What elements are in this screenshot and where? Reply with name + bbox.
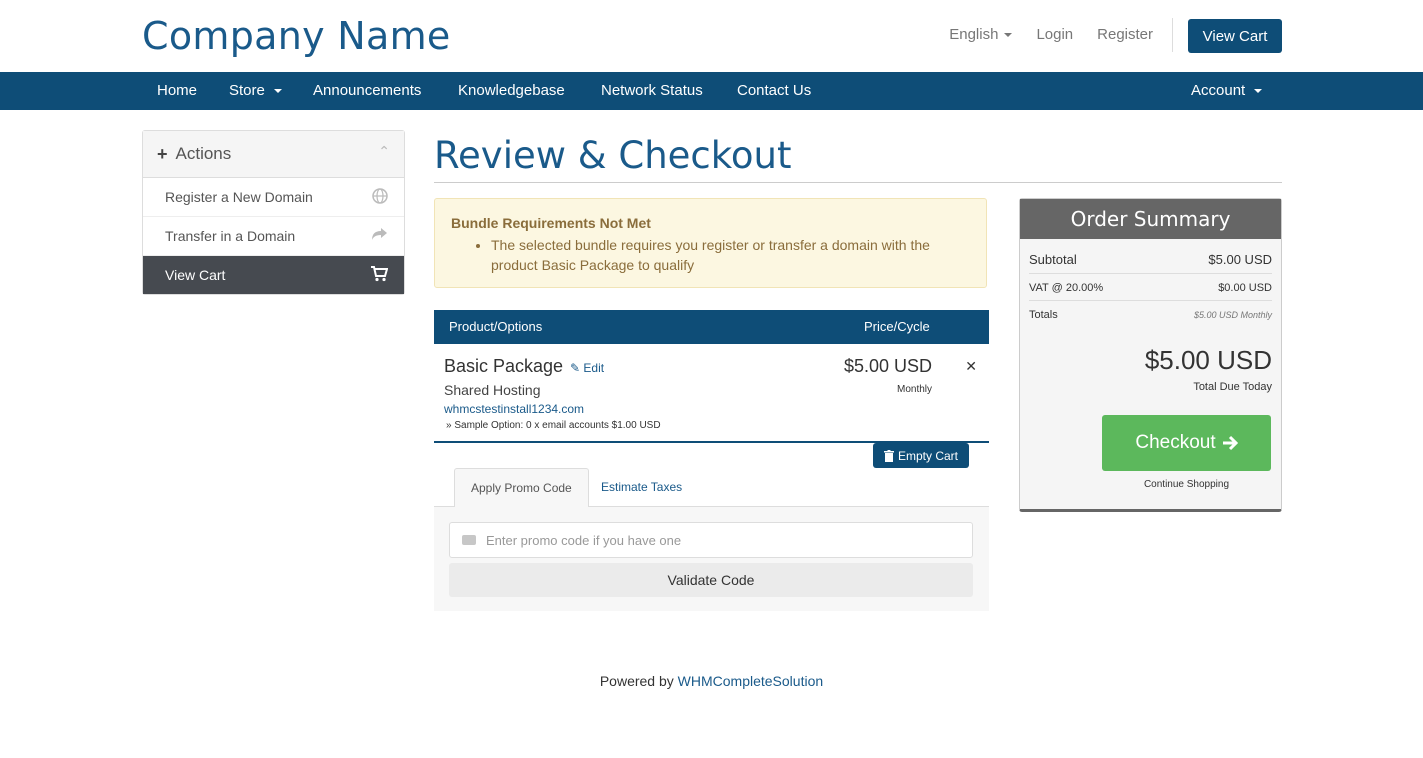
nav-network-status[interactable]: Network Status — [601, 72, 703, 110]
total-due-amount: $5.00 USD — [1144, 345, 1272, 375]
empty-cart-label: Empty Cart — [897, 448, 958, 463]
product-group: Shared Hosting — [444, 382, 541, 398]
login-link[interactable]: Login — [1036, 26, 1073, 43]
sidebar-item-label: Register a New Domain — [165, 189, 313, 205]
plus-icon: + — [157, 143, 168, 164]
vat-label: VAT @ 20.00% — [1029, 282, 1104, 294]
promo-panel: Enter promo code if you have one Validat… — [434, 507, 989, 611]
sidebar-item-transfer-domain[interactable]: Transfer in a Domain — [143, 217, 404, 256]
totals-value: $5.00 USD Monthly — [1193, 310, 1272, 320]
company-logo[interactable]: Company Name — [142, 14, 451, 58]
cart-table: Product/Options Price/Cycle Basic Packag… — [434, 310, 989, 443]
nav-account-label: Account — [1191, 82, 1246, 99]
sidebar-item-label: View Cart — [165, 267, 226, 283]
language-label: English — [949, 26, 999, 43]
cart-item-row: Basic Package ✎ Edit Shared Hosting whmc… — [434, 344, 989, 443]
main-nav: Home Store Announcements Knowledgebase N… — [0, 72, 1423, 110]
divider — [1029, 300, 1272, 301]
validate-code-button[interactable]: Validate Code — [449, 563, 973, 597]
tab-apply-promo[interactable]: Apply Promo Code — [454, 468, 589, 508]
top-links: English Login Register — [949, 26, 1153, 43]
order-summary-title: Order Summary — [1020, 199, 1281, 239]
vat-value: $0.00 USD — [1218, 282, 1272, 294]
sidebar-actions: + Actions ⌃ Register a New Domain Transf… — [142, 130, 405, 295]
vat-row: VAT @ 20.00% $0.00 USD — [1029, 282, 1272, 294]
remove-item-icon[interactable]: ✕ — [965, 358, 977, 375]
footer: Powered by WHMCompleteSolution — [434, 673, 989, 689]
promo-tabs: Apply Promo Code Estimate Taxes — [434, 468, 989, 508]
language-dropdown[interactable]: English — [949, 26, 1013, 43]
alert-message: The selected bundle requires you registe… — [491, 235, 970, 275]
continue-shopping-link[interactable]: Continue Shopping — [1102, 479, 1271, 490]
cart-table-header: Product/Options Price/Cycle — [434, 310, 989, 344]
share-icon — [371, 227, 388, 245]
tab-estimate-taxes[interactable]: Estimate Taxes — [585, 468, 698, 506]
view-cart-button[interactable]: View Cart — [1188, 19, 1282, 53]
sidebar-item-register-domain[interactable]: Register a New Domain — [143, 178, 404, 217]
empty-cart-button[interactable]: Empty Cart — [873, 443, 969, 468]
order-summary: Order Summary Subtotal $5.00 USD VAT @ 2… — [1019, 198, 1282, 512]
arrow-right-icon — [1222, 435, 1238, 451]
caret-down-icon — [273, 89, 282, 94]
footer-prefix: Powered by — [599, 673, 674, 689]
pencil-icon: ✎ — [570, 361, 581, 375]
edit-link[interactable]: ✎ Edit — [570, 361, 604, 375]
product-name: Basic Package — [444, 356, 564, 376]
checkout-label: Checkout — [1135, 432, 1216, 453]
alert-title: Bundle Requirements Not Met — [451, 215, 651, 231]
nav-account[interactable]: Account — [1191, 72, 1263, 110]
sidebar-header[interactable]: + Actions ⌃ — [143, 131, 404, 178]
nav-store[interactable]: Store — [229, 72, 282, 110]
edit-label: Edit — [583, 361, 605, 375]
nav-knowledgebase[interactable]: Knowledgebase — [458, 72, 565, 110]
alert-list: The selected bundle requires you registe… — [451, 235, 970, 275]
caret-down-icon — [1004, 33, 1013, 38]
product-domain: whmcstestinstall1234.com — [444, 402, 585, 416]
checkout-button[interactable]: Checkout — [1102, 415, 1271, 471]
divider — [1029, 273, 1272, 274]
product-price: $5.00 USD — [843, 356, 932, 376]
totals-label: Totals — [1029, 309, 1058, 321]
divider — [434, 182, 1282, 183]
nav-home[interactable]: Home — [157, 72, 197, 110]
promo-code-input[interactable]: Enter promo code if you have one — [449, 522, 973, 558]
sidebar-item-view-cart[interactable]: View Cart — [143, 256, 404, 294]
nav-announcements[interactable]: Announcements — [313, 72, 421, 110]
cart-icon — [370, 266, 389, 286]
promo-placeholder: Enter promo code if you have one — [486, 532, 682, 548]
caret-down-icon — [1254, 89, 1263, 94]
sidebar-item-label: Transfer in a Domain — [165, 228, 296, 244]
total-due-label: Total Due Today — [1193, 381, 1272, 393]
footer-link[interactable]: WHMCompleteSolution — [678, 673, 824, 689]
product-option: » Sample Option: 0 x email accounts $1.0… — [446, 420, 661, 431]
globe-icon — [372, 188, 388, 208]
product-cycle: Monthly — [896, 384, 932, 395]
totals-row: Totals $5.00 USD Monthly — [1029, 309, 1272, 321]
subtotal-label: Subtotal — [1029, 252, 1077, 267]
ticket-icon — [462, 535, 476, 545]
col-product: Product/Options — [449, 319, 543, 334]
bundle-warning-alert: Bundle Requirements Not Met The selected… — [434, 198, 987, 288]
subtotal-value: $5.00 USD — [1208, 252, 1272, 267]
col-price: Price/Cycle — [864, 319, 930, 334]
nav-contact[interactable]: Contact Us — [737, 72, 811, 110]
chevron-up-icon[interactable]: ⌃ — [378, 143, 390, 160]
nav-store-label: Store — [229, 82, 265, 99]
page-title: Review & Checkout — [434, 134, 792, 177]
register-link[interactable]: Register — [1097, 26, 1153, 43]
trash-icon — [883, 449, 894, 462]
top-header: Company Name English Login Register View… — [0, 0, 1423, 72]
sidebar-title: Actions — [175, 144, 232, 163]
divider — [1172, 18, 1173, 52]
subtotal-row: Subtotal $5.00 USD — [1029, 252, 1272, 267]
